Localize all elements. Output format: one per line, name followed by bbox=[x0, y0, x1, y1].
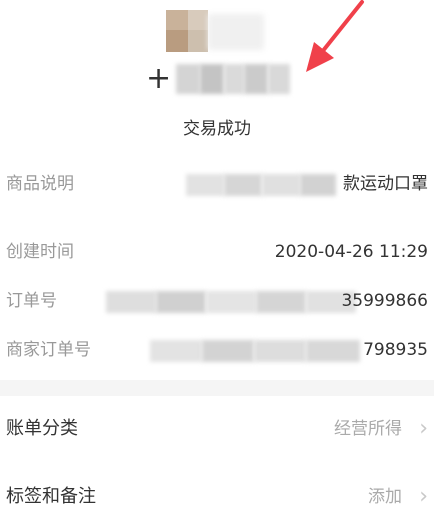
tags-notes-label: 标签和备注 bbox=[6, 486, 96, 507]
created-time-label: 创建时间 bbox=[6, 242, 74, 262]
created-time-value: 2020-04-26 11:29 bbox=[274, 242, 428, 262]
tags-notes-row[interactable]: 标签和备注 添加 › bbox=[0, 474, 434, 520]
bill-category-label: 账单分类 bbox=[6, 418, 78, 439]
product-desc-label: 商品说明 bbox=[6, 174, 74, 194]
amount-sign: + bbox=[146, 61, 172, 96]
merchant-order-redacted bbox=[150, 340, 360, 362]
merchant-order-value: 798935 bbox=[363, 340, 428, 360]
bill-category-value: 经营所得 bbox=[334, 419, 402, 439]
product-desc-redacted bbox=[186, 174, 336, 196]
detail-row-product: 商品说明 款运动口罩 bbox=[0, 164, 434, 204]
chevron-right-icon: › bbox=[419, 484, 428, 509]
section-divider bbox=[0, 380, 434, 396]
bill-category-row[interactable]: 账单分类 经营所得 › bbox=[0, 406, 434, 452]
order-number-redacted bbox=[106, 291, 356, 313]
tags-notes-add: 添加 bbox=[368, 487, 402, 507]
transaction-status: 交易成功 bbox=[183, 119, 251, 139]
detail-row-merchant-order: 商家订单号 798935 bbox=[0, 330, 434, 370]
merchant-avatar bbox=[166, 10, 266, 52]
detail-row-order: 订单号 35999866 bbox=[0, 281, 434, 321]
order-number-label: 订单号 bbox=[6, 291, 57, 311]
detail-row-created: 创建时间 2020-04-26 11:29 bbox=[0, 232, 434, 272]
red-arrow-annotation-icon bbox=[306, 0, 364, 72]
product-desc-value: 款运动口罩 bbox=[343, 174, 428, 194]
merchant-order-label: 商家订单号 bbox=[6, 340, 91, 360]
chevron-right-icon: › bbox=[419, 416, 428, 441]
transaction-amount: + bbox=[146, 60, 306, 100]
order-number-value: 35999866 bbox=[341, 291, 428, 311]
amount-value-redacted bbox=[176, 64, 296, 94]
